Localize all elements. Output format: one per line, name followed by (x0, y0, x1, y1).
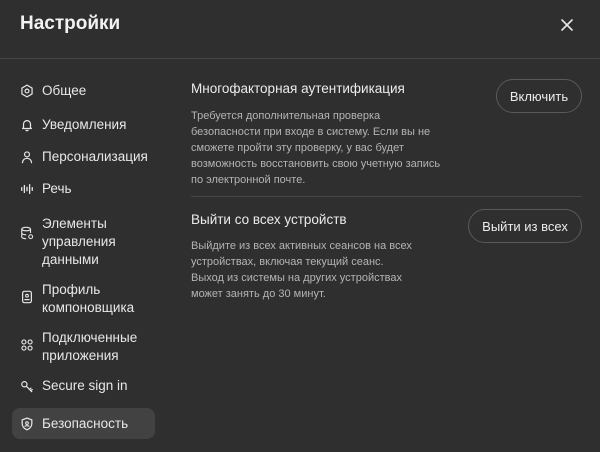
sidebar-item-data-controls[interactable]: Элементы управления данными (12, 206, 155, 274)
gear-icon (21, 84, 33, 98)
sidebar-item-label: Элементы управления данными (42, 216, 116, 267)
settings-title: Настройки (20, 13, 121, 34)
enable-mfa-button[interactable]: Включить (496, 79, 582, 113)
sidebar-item-connected-apps[interactable]: Подключенные приложения (12, 324, 155, 370)
logout-all-description: Выйдите из всех активных сеансов на всех… (191, 240, 412, 300)
sidebar-item-secure-sign-in[interactable]: Secure sign in (12, 370, 155, 408)
sidebar-item-label: Безопасность (42, 416, 129, 431)
mfa-section: Многофакторная аутентификация Требуется … (191, 72, 582, 196)
sidebar-item-label: Речь (42, 181, 72, 196)
sidebar-item-label: Профиль компоновщика (42, 282, 135, 315)
sidebar-item-notifications[interactable]: Уведомления (12, 110, 155, 142)
sidebar-item-label: Уведомления (42, 117, 127, 132)
sidebar-item-personalization[interactable]: Персонализация (12, 142, 155, 174)
key-icon (21, 381, 33, 393)
settings-header: Настройки (0, 0, 600, 59)
sidebar-item-builder-profile[interactable]: Профиль компоновщика (12, 274, 155, 324)
logout-all-button[interactable]: Выйти из всех (468, 209, 582, 243)
sidebar-item-label: Подключенные приложения (42, 330, 138, 363)
apps-grid-icon (21, 339, 33, 351)
sidebar-item-label: Secure sign in (42, 378, 128, 393)
close-button[interactable] (555, 13, 579, 37)
waveform-icon (21, 183, 33, 195)
sidebar-item-security[interactable]: Безопасность (12, 408, 155, 439)
logout-all-section: Выйти со всех устройств Выйдите из всех … (191, 197, 582, 302)
sidebar-item-general[interactable]: Общее (12, 72, 155, 110)
id-card-icon (22, 290, 32, 304)
shield-icon (21, 417, 33, 431)
sidebar-item-speech[interactable]: Речь (12, 174, 155, 206)
settings-sidebar: Общее Уведомления Персонализация Речь Эл… (12, 72, 155, 439)
sidebar-item-label: Общее (42, 83, 87, 98)
security-panel: Многофакторная аутентификация Требуется … (191, 72, 582, 302)
bell-icon (22, 120, 32, 132)
mfa-description: Требуется дополнительная проверка безопа… (191, 110, 441, 186)
sidebar-item-label: Персонализация (42, 149, 148, 164)
close-icon (561, 19, 573, 31)
user-icon (21, 151, 33, 164)
database-icon (21, 226, 34, 240)
